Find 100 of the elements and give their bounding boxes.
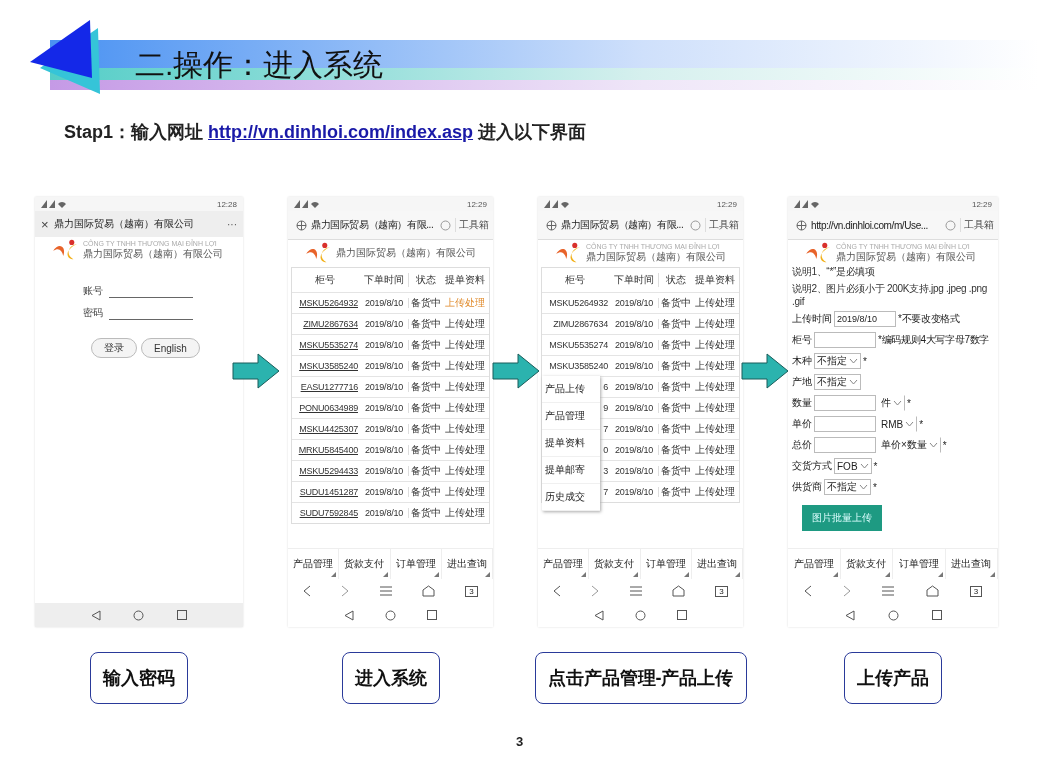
address-text[interactable]: 鼎力国际贸易（越南）有限... [561,218,686,232]
menu-icon[interactable] [882,586,895,596]
container-link[interactable]: MSKU3585240 [299,361,358,371]
table-cell: 备货中 [411,486,441,497]
menu-tab[interactable]: 产品管理 [288,549,340,579]
field-label: 账号 [83,284,103,298]
container-link[interactable]: ZIMU2867634 [303,319,358,329]
menu-tab[interactable]: 产品管理 [538,549,590,579]
company-name: 鼎力国际贸易（越南）有限公司 [836,250,976,264]
recents-icon[interactable] [176,610,187,620]
toolbox-button[interactable]: 工具箱 [960,218,994,232]
table-cell: 6 [603,382,608,392]
container-link[interactable]: EASU1277716 [300,382,358,392]
menu-item[interactable]: 提单资料 [542,430,600,457]
table-cell: 7 [603,487,608,497]
container-link[interactable]: MSKU5535274 [299,340,358,350]
url-link[interactable]: http://vn.dinhloi.com/index.asp [208,122,474,142]
page-title: 鼎力国际贸易（越南）有限公司 [53,217,195,231]
table-cell: 备货中 [411,297,441,308]
field-note: *编码规则4大写字母7数字 [878,333,990,347]
table-cell: 上传处理 [445,360,485,371]
tab-count-button[interactable]: 3 [465,585,478,597]
caret-icon [928,442,938,448]
back-icon[interactable] [803,585,812,597]
container-link[interactable]: MSKU5294433 [299,466,358,476]
home-icon[interactable] [672,585,686,597]
forward-icon[interactable] [842,585,851,597]
home-icon[interactable] [422,585,436,597]
more-icon[interactable]: ··· [227,218,237,230]
table-cell: 备货中 [661,423,691,434]
select-field[interactable]: RMB [878,416,918,432]
menu-icon[interactable] [629,586,642,596]
select-field[interactable]: 不指定 [814,374,861,390]
select-field[interactable]: 件 [878,395,905,411]
home-icon[interactable] [133,609,145,621]
menu-item[interactable]: 产品管理 [542,403,600,430]
field-note: *不要改变格式 [898,312,960,326]
home-icon[interactable] [635,609,646,621]
select-field[interactable]: 不指定 [824,479,871,495]
recents-icon[interactable] [677,610,688,620]
menu-item[interactable]: 历史成交 [542,484,600,511]
column-header: 状态 [415,273,437,287]
field-label: 总价 [792,438,812,452]
recents-icon[interactable] [931,610,942,620]
instruction-note: 说明1、“*”是必填项 [792,265,876,279]
column-header: 状态 [665,273,687,287]
table-cell: 备货中 [411,465,441,476]
menu-tab[interactable]: 产品管理 [788,549,841,579]
table-cell: MSKU5535274 [549,340,608,350]
back-icon[interactable] [553,585,562,597]
table-cell: 备货中 [411,318,441,329]
table-cell: 备货中 [661,318,691,329]
container-link[interactable]: MSKU4425307 [299,424,358,434]
home-icon[interactable] [385,609,396,621]
table-cell: 上传处理 [695,318,735,329]
back-icon[interactable] [343,609,354,621]
container-link[interactable]: MSKU5264932 [299,298,358,308]
home-icon[interactable] [887,609,899,621]
input-field[interactable]: 2019/8/10 [834,311,896,327]
back-icon[interactable] [593,609,604,621]
menu-icon[interactable] [379,586,392,596]
menu-item[interactable]: 提单邮寄 [542,457,600,484]
toolbox-button[interactable]: 工具箱 [455,218,489,232]
container-link[interactable]: PONU0634989 [299,403,358,413]
tab-count-button[interactable]: 3 [969,585,983,597]
input-field[interactable] [814,416,876,432]
select-field[interactable]: 单价×数量 [878,437,941,453]
forward-icon[interactable] [591,585,600,597]
home-icon[interactable] [925,585,939,597]
back-icon[interactable] [91,609,102,621]
status-time: 12:28 [216,199,237,209]
recents-icon[interactable] [427,610,438,620]
select-field[interactable]: 不指定 [814,353,861,369]
arrow-icon [741,353,789,389]
close-icon[interactable]: × [41,216,49,232]
globe-icon [796,219,807,231]
field-label: 柜号 [792,333,812,347]
menu-item[interactable]: 产品上传 [542,376,600,403]
table-cell: 上传处理 [445,465,485,476]
input-field[interactable] [814,395,876,411]
forward-icon[interactable] [341,585,350,597]
address-text[interactable]: 鼎力国际贸易（越南）有限... [311,218,436,232]
slide-title: 二.操作：进入系统 [135,46,384,83]
container-link[interactable]: SUDU7592845 [299,508,358,518]
address-text[interactable]: http://vn.dinhloi.com/m/Use... [811,219,941,231]
back-icon[interactable] [303,585,312,597]
select-field[interactable]: FOB [834,458,872,474]
table-cell: 2019/8/10 [614,319,654,329]
login-button[interactable]: 登录 [91,338,137,358]
table-cell: 备货中 [411,402,441,413]
tab-count-button[interactable]: 3 [715,585,728,597]
table-cell: 2019/8/10 [364,382,404,392]
container-link[interactable]: MRKU5845400 [298,445,358,455]
container-link[interactable]: SUDU1451287 [299,487,358,497]
toolbox-button[interactable]: 工具箱 [705,218,739,232]
input-field[interactable] [814,437,876,453]
table-cell: 2019/8/10 [364,319,404,329]
back-icon[interactable] [844,609,855,621]
login-button[interactable]: English [141,338,200,358]
input-field[interactable] [814,332,876,348]
